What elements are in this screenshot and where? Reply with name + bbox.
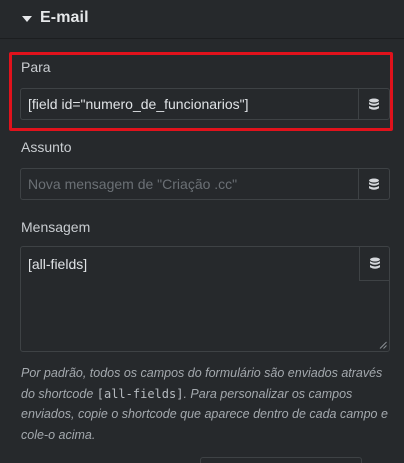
subject-input[interactable]: Nova mensagem de "Criação .cc" — [21, 169, 358, 199]
email-settings-panel: E-mail Para [field id="numero_de_funcion… — [0, 0, 404, 463]
to-input[interactable]: [field id="numero_de_funcionarios"] — [21, 89, 358, 119]
section-divider — [0, 38, 404, 39]
database-icon — [369, 98, 379, 110]
database-icon — [369, 257, 380, 269]
to-dynamic-tags-button[interactable] — [358, 89, 389, 119]
next-control-partial[interactable] — [200, 457, 362, 463]
subject-label: Assunto — [21, 139, 72, 155]
caret-down-icon — [22, 15, 32, 22]
subject-dynamic-tags-button[interactable] — [358, 169, 389, 199]
message-textarea[interactable]: [all-fields] — [20, 246, 390, 352]
message-label: Mensagem — [21, 219, 91, 235]
section-title: E-mail — [40, 9, 89, 26]
message-text[interactable]: [all-fields] — [28, 256, 87, 272]
message-help-text: Por padrão, todos os campos do formulári… — [21, 363, 393, 445]
help-shortcode: [all-fields] — [96, 386, 184, 401]
message-dynamic-tags-button[interactable] — [359, 247, 389, 281]
to-label: Para — [21, 59, 51, 75]
database-icon — [369, 178, 379, 190]
resize-handle-icon[interactable] — [379, 341, 387, 349]
subject-field[interactable]: Nova mensagem de "Criação .cc" — [20, 168, 390, 200]
to-field[interactable]: [field id="numero_de_funcionarios"] — [20, 88, 390, 120]
section-toggle-email[interactable]: E-mail — [22, 8, 89, 28]
